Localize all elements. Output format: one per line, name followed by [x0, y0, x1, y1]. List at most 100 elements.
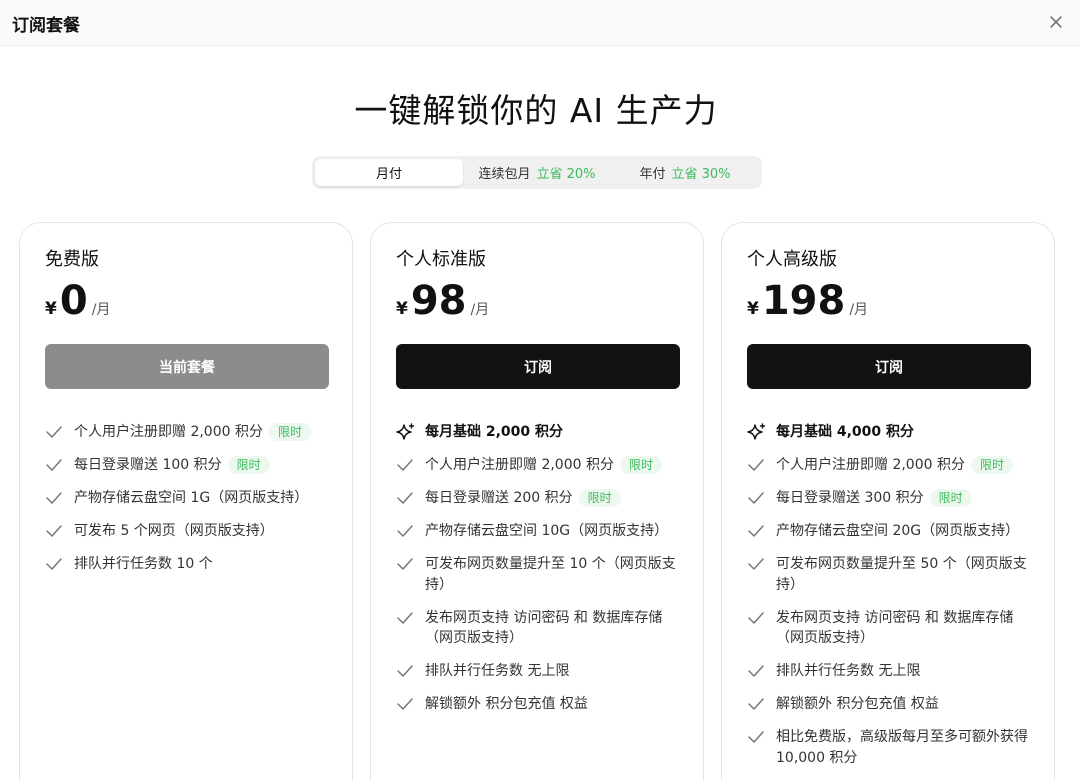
check-icon: [748, 459, 764, 471]
feature-text: 可发布网页数量提升至 50 个（网页版支持）: [776, 556, 1027, 593]
feature-text: 产物存储云盘空间 10G（网页版支持）: [425, 523, 669, 539]
feature-item: 可发布 5 个网页（网页版支持）: [45, 521, 335, 542]
check-icon: [748, 665, 764, 677]
billing-monthly-label: 月付: [375, 167, 402, 182]
subscribe-button[interactable]: 订阅: [747, 344, 1031, 389]
feature-item: 每日登录赠送 200 积分 限时: [396, 488, 686, 509]
plan-card-free: 免费版 ¥ 0 /月 当前套餐 个人用户注册即赠 2,000 积分 限时 每日登录…: [19, 222, 353, 780]
feature-text: 相比免费版，高级版每月至多可额外获得 10,000 积分: [776, 729, 1028, 766]
feature-list: 个人用户注册即赠 2,000 积分 限时 每日登录赠送 100 积分 限时 产物存储…: [45, 422, 335, 587]
price-amount: 0: [59, 278, 88, 324]
check-icon: [397, 492, 413, 504]
plan-price: ¥ 198 /月: [747, 277, 868, 325]
limited-badge: 限时: [578, 489, 621, 507]
feature-list: 每月基础 2,000 积分 个人用户注册即赠 2,000 积分 限时 每日登录赠送…: [396, 422, 686, 727]
check-icon: [46, 492, 62, 504]
feature-text: 排队并行任务数 无上限: [776, 663, 921, 679]
check-icon: [397, 665, 413, 677]
sparkle-icon: [747, 423, 766, 440]
title-bar: 订阅套餐: [0, 0, 1080, 46]
feature-text: 个人用户注册即赠 2,000 积分: [776, 457, 965, 473]
check-icon: [46, 426, 62, 438]
price-amount: 98: [410, 278, 467, 324]
feature-text: 可发布 5 个网页（网页版支持）: [74, 523, 274, 539]
billing-toggle: 月付 连续包月 立省 20% 年付 立省 30%: [312, 156, 762, 189]
limited-badge: 限时: [929, 489, 972, 507]
feature-item: 排队并行任务数 无上限: [396, 661, 686, 682]
check-icon: [748, 492, 764, 504]
billing-yearly-label: 年付: [639, 167, 666, 182]
base-credits-item: 每月基础 2,000 积分: [396, 422, 686, 443]
feature-item: 每日登录赠送 100 积分 限时: [45, 455, 335, 476]
feature-item: 解锁额外 积分包充值 权益: [396, 694, 686, 715]
plan-card-standard: 个人标准版 ¥ 98 /月 订阅 每月基础 2,000 积分 个人用户注册即赠 …: [370, 222, 704, 780]
feature-item: 解锁额外 积分包充值 权益: [747, 694, 1037, 715]
feature-item: 排队并行任务数 无上限: [747, 661, 1037, 682]
limited-badge: 限时: [619, 456, 662, 474]
feature-text: 每日登录赠送 300 积分: [776, 490, 924, 506]
feature-item: 可发布网页数量提升至 50 个（网页版支持）: [747, 554, 1037, 595]
feature-item: 产物存储云盘空间 1G（网页版支持）: [45, 488, 335, 509]
check-icon: [748, 525, 764, 537]
feature-item: 产物存储云盘空间 20G（网页版支持）: [747, 521, 1037, 542]
feature-text: 排队并行任务数 10 个: [74, 556, 213, 572]
billing-monthly[interactable]: 月付: [315, 159, 463, 186]
subscribe-button[interactable]: 订阅: [396, 344, 680, 389]
billing-yearly-save: 立省 30%: [671, 167, 731, 182]
plan-name: 个人高级版: [747, 249, 837, 270]
limited-badge: 限时: [227, 456, 270, 474]
base-credits-item: 每月基础 4,000 积分: [747, 422, 1037, 443]
plan-card-premium: 个人高级版 ¥ 198 /月 订阅 每月基础 4,000 积分 个人用户注册即赠…: [721, 222, 1055, 780]
check-icon: [46, 459, 62, 471]
check-icon: [46, 558, 62, 570]
feature-text: 个人用户注册即赠 2,000 积分: [74, 424, 263, 440]
feature-text: 解锁额外 积分包充值 权益: [425, 696, 588, 712]
window-title: 订阅套餐: [12, 16, 80, 36]
feature-item: 产物存储云盘空间 10G（网页版支持）: [396, 521, 686, 542]
sparkle-icon: [396, 423, 415, 440]
currency-symbol: ¥: [747, 299, 759, 319]
limited-badge: 限时: [268, 423, 311, 441]
feature-item: 相比免费版，高级版每月至多可额外获得 10,000 积分: [747, 727, 1037, 768]
price-amount: 198: [761, 278, 846, 324]
current-plan-button[interactable]: 当前套餐: [45, 344, 329, 389]
billing-auto-renew-save: 立省 20%: [536, 167, 596, 182]
feature-text: 产物存储云盘空间 1G（网页版支持）: [74, 490, 309, 506]
close-icon[interactable]: [1046, 12, 1066, 32]
currency-symbol: ¥: [45, 299, 57, 319]
plan-name: 个人标准版: [396, 249, 486, 270]
feature-text: 个人用户注册即赠 2,000 积分: [425, 457, 614, 473]
plan-price: ¥ 98 /月: [396, 277, 489, 325]
check-icon: [748, 731, 764, 743]
check-icon: [748, 611, 764, 624]
page-headline: 一键解锁你的 AI 生产力: [354, 91, 718, 130]
feature-item: 排队并行任务数 10 个: [45, 554, 335, 575]
plan-price: ¥ 0 /月: [45, 277, 110, 325]
billing-auto-renew[interactable]: 连续包月 立省 20%: [463, 159, 611, 186]
price-unit: /月: [470, 302, 490, 318]
feature-text: 每日登录赠送 100 积分: [74, 457, 222, 473]
billing-yearly[interactable]: 年付 立省 30%: [611, 159, 759, 186]
feature-item: 发布网页支持 访问密码 和 数据库存储（网页版支持）: [396, 608, 686, 649]
check-icon: [397, 525, 413, 537]
check-icon: [397, 611, 413, 624]
feature-item: 个人用户注册即赠 2,000 积分 限时: [45, 422, 335, 443]
price-unit: /月: [849, 302, 869, 318]
billing-auto-renew-label: 连续包月: [478, 167, 531, 182]
check-icon: [748, 558, 764, 570]
plan-name: 免费版: [45, 249, 99, 270]
base-credits-text: 每月基础 4,000 积分: [776, 424, 915, 440]
check-icon: [397, 459, 413, 471]
check-icon: [397, 558, 413, 570]
currency-symbol: ¥: [396, 299, 408, 319]
check-icon: [748, 698, 764, 710]
feature-text: 可发布网页数量提升至 10 个（网页版支持）: [425, 556, 676, 593]
feature-text: 解锁额外 积分包充值 权益: [776, 696, 939, 712]
check-icon: [397, 698, 413, 710]
feature-text: 排队并行任务数 无上限: [425, 663, 570, 679]
feature-item: 可发布网页数量提升至 10 个（网页版支持）: [396, 554, 686, 595]
feature-text: 每日登录赠送 200 积分: [425, 490, 573, 506]
feature-item: 个人用户注册即赠 2,000 积分 限时: [396, 455, 686, 476]
feature-text: 发布网页支持 访问密码 和 数据库存储（网页版支持）: [776, 609, 1014, 647]
feature-text: 发布网页支持 访问密码 和 数据库存储（网页版支持）: [425, 609, 663, 647]
